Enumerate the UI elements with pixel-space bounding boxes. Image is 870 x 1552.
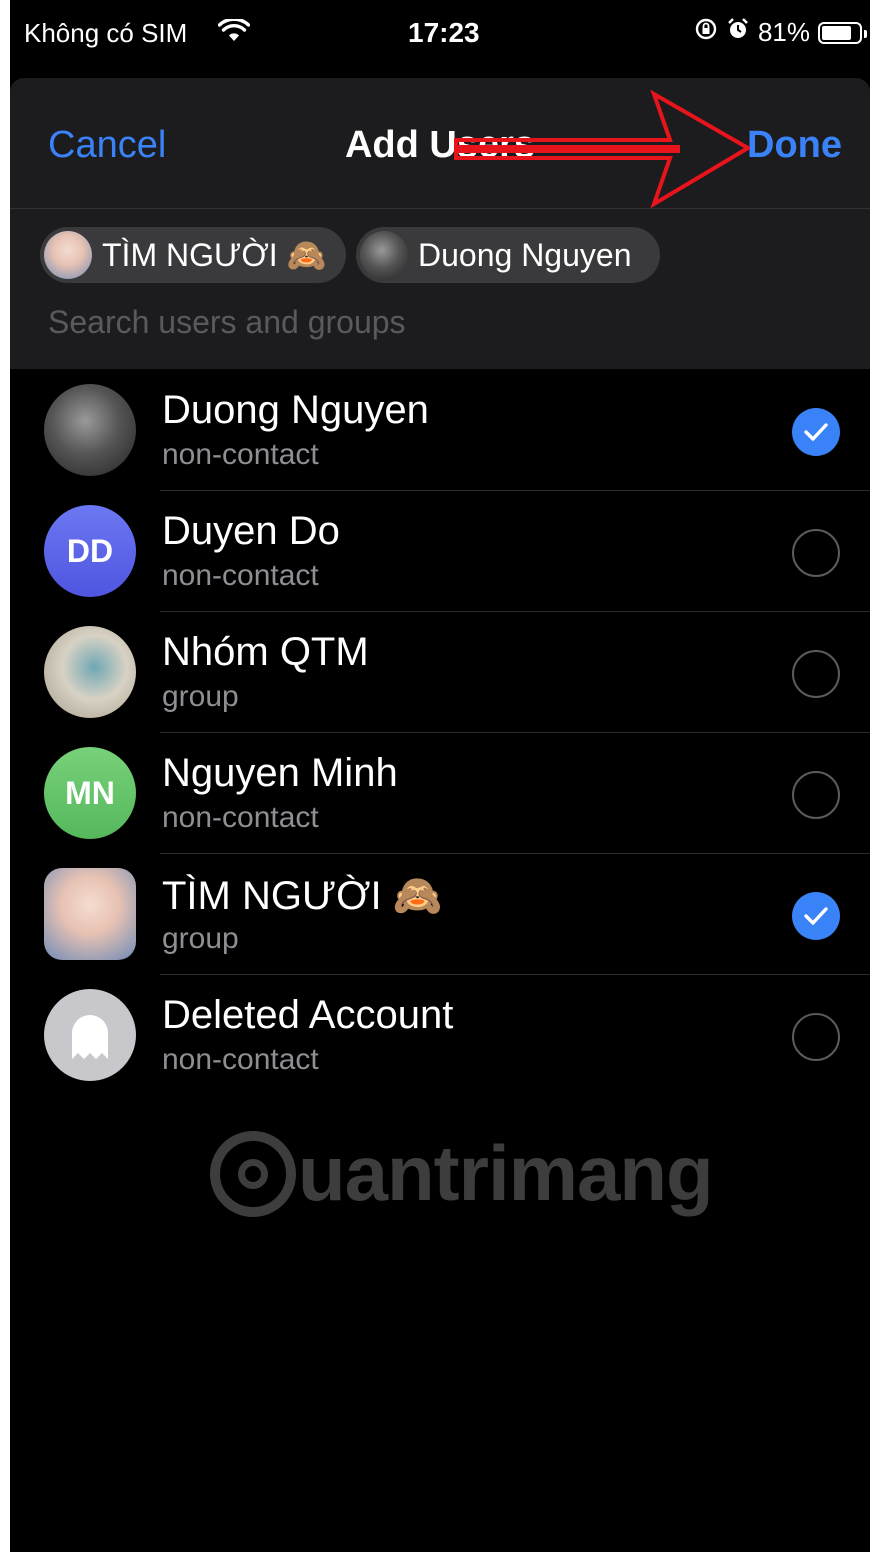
item-name: Nguyen Minh (162, 751, 398, 795)
select-checkbox[interactable] (792, 650, 840, 698)
item-name: Duong Nguyen (162, 388, 429, 432)
list-item[interactable]: Nhóm QTM group (10, 612, 870, 733)
select-checkbox[interactable] (792, 408, 840, 456)
avatar (44, 989, 136, 1081)
selected-users-area: TÌM NGƯỜI 🙈 Duong Nguyen (10, 209, 870, 369)
done-button[interactable]: Done (747, 124, 842, 167)
list-item[interactable]: MN Nguyen Minh non-contact (10, 733, 870, 854)
list-item[interactable]: TÌM NGƯỜI 🙈 group (10, 854, 870, 975)
add-users-sheet: Cancel Add Users Done TÌM NGƯỜI 🙈 Duong … (10, 78, 870, 1552)
chip-label: Duong Nguyen (418, 236, 632, 273)
list-item[interactable]: Deleted Account non-contact (10, 975, 870, 1096)
rotation-lock-icon (694, 17, 718, 48)
battery-icon (818, 21, 867, 44)
avatar (44, 868, 136, 960)
carrier-label: Không có SIM (24, 18, 188, 48)
user-list: Duong Nguyen non-contact DD Duyen Do non… (10, 370, 870, 1096)
list-item[interactable]: Duong Nguyen non-contact (10, 370, 870, 491)
avatar (44, 231, 92, 279)
avatar: DD (44, 505, 136, 597)
status-bar: Không có SIM 17:23 81% (10, 0, 870, 70)
wifi-icon (217, 17, 251, 48)
select-checkbox[interactable] (792, 1013, 840, 1061)
battery-tip (864, 29, 867, 38)
list-item[interactable]: DD Duyen Do non-contact (10, 491, 870, 612)
battery-level (822, 25, 852, 40)
avatar: MN (44, 747, 136, 839)
chip-label: TÌM NGƯỜI 🙈 (102, 237, 327, 273)
checkmark-icon (804, 907, 828, 925)
select-checkbox[interactable] (792, 771, 840, 819)
item-subtitle: group (162, 680, 239, 713)
screen: Không có SIM 17:23 81% Cancel Add Users … (10, 0, 870, 1552)
ghost-icon (72, 1015, 108, 1059)
select-checkbox[interactable] (792, 892, 840, 940)
annotation-arrow-icon (454, 89, 750, 209)
avatar (360, 231, 408, 279)
item-subtitle: non-contact (162, 559, 319, 592)
search-input[interactable] (46, 297, 830, 347)
selected-chip[interactable]: Duong Nguyen (356, 227, 660, 283)
status-indicators: 81% (694, 17, 867, 48)
select-checkbox[interactable] (792, 529, 840, 577)
selected-chip[interactable]: TÌM NGƯỜI 🙈 (40, 227, 346, 283)
item-subtitle: non-contact (162, 438, 319, 471)
item-name: Nhóm QTM (162, 630, 369, 674)
checkmark-icon (804, 423, 828, 441)
watermark: uantrimang (210, 1128, 714, 1219)
item-name: Duyen Do (162, 509, 340, 553)
item-subtitle: group (162, 922, 239, 955)
navigation-bar: Cancel Add Users Done (10, 78, 870, 209)
item-name: Deleted Account (162, 993, 454, 1037)
avatar (44, 384, 136, 476)
item-subtitle: non-contact (162, 1043, 319, 1076)
item-subtitle: non-contact (162, 801, 319, 834)
alarm-icon (726, 17, 750, 48)
item-name: TÌM NGƯỜI 🙈 (162, 874, 443, 918)
battery-percent: 81% (757, 17, 810, 47)
watermark-text: uantrimang (298, 1129, 714, 1217)
clock: 17:23 (408, 17, 480, 48)
avatar (44, 626, 136, 718)
watermark-logo-icon (210, 1130, 296, 1217)
